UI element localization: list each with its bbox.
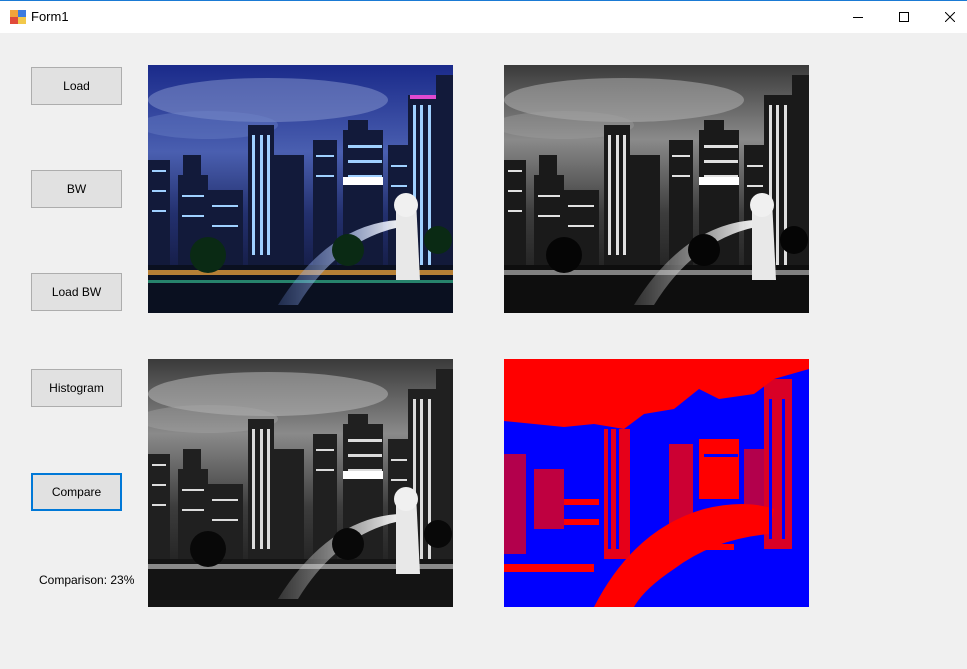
bw-image-box — [504, 65, 809, 313]
minimize-button[interactable] — [835, 1, 881, 33]
comparison-image-box — [504, 359, 809, 607]
original-image-box — [148, 65, 453, 313]
close-button[interactable] — [927, 1, 967, 33]
loaded-bw-image-box — [148, 359, 453, 607]
load-bw-button[interactable]: Load BW — [31, 273, 122, 311]
compare-button[interactable]: Compare — [31, 473, 122, 511]
window-title: Form1 — [31, 9, 69, 24]
loaded-bw-city-image — [148, 359, 453, 607]
original-city-image — [148, 65, 453, 313]
minimize-icon — [853, 17, 863, 18]
maximize-icon — [899, 12, 909, 22]
bw-button[interactable]: BW — [31, 170, 122, 208]
form-app-icon — [10, 10, 26, 24]
bw-city-image — [504, 65, 809, 313]
comparison-label: Comparison: 23% — [39, 573, 135, 587]
title-bar[interactable]: Form1 — [0, 1, 967, 33]
maximize-button[interactable] — [881, 1, 927, 33]
comparison-diff-image — [504, 359, 809, 607]
histogram-button[interactable]: Histogram — [31, 369, 122, 407]
close-icon — [945, 12, 955, 22]
load-button[interactable]: Load — [31, 67, 122, 105]
app-window: Form1 Load BW Load BW Histogram Compare … — [0, 0, 967, 669]
